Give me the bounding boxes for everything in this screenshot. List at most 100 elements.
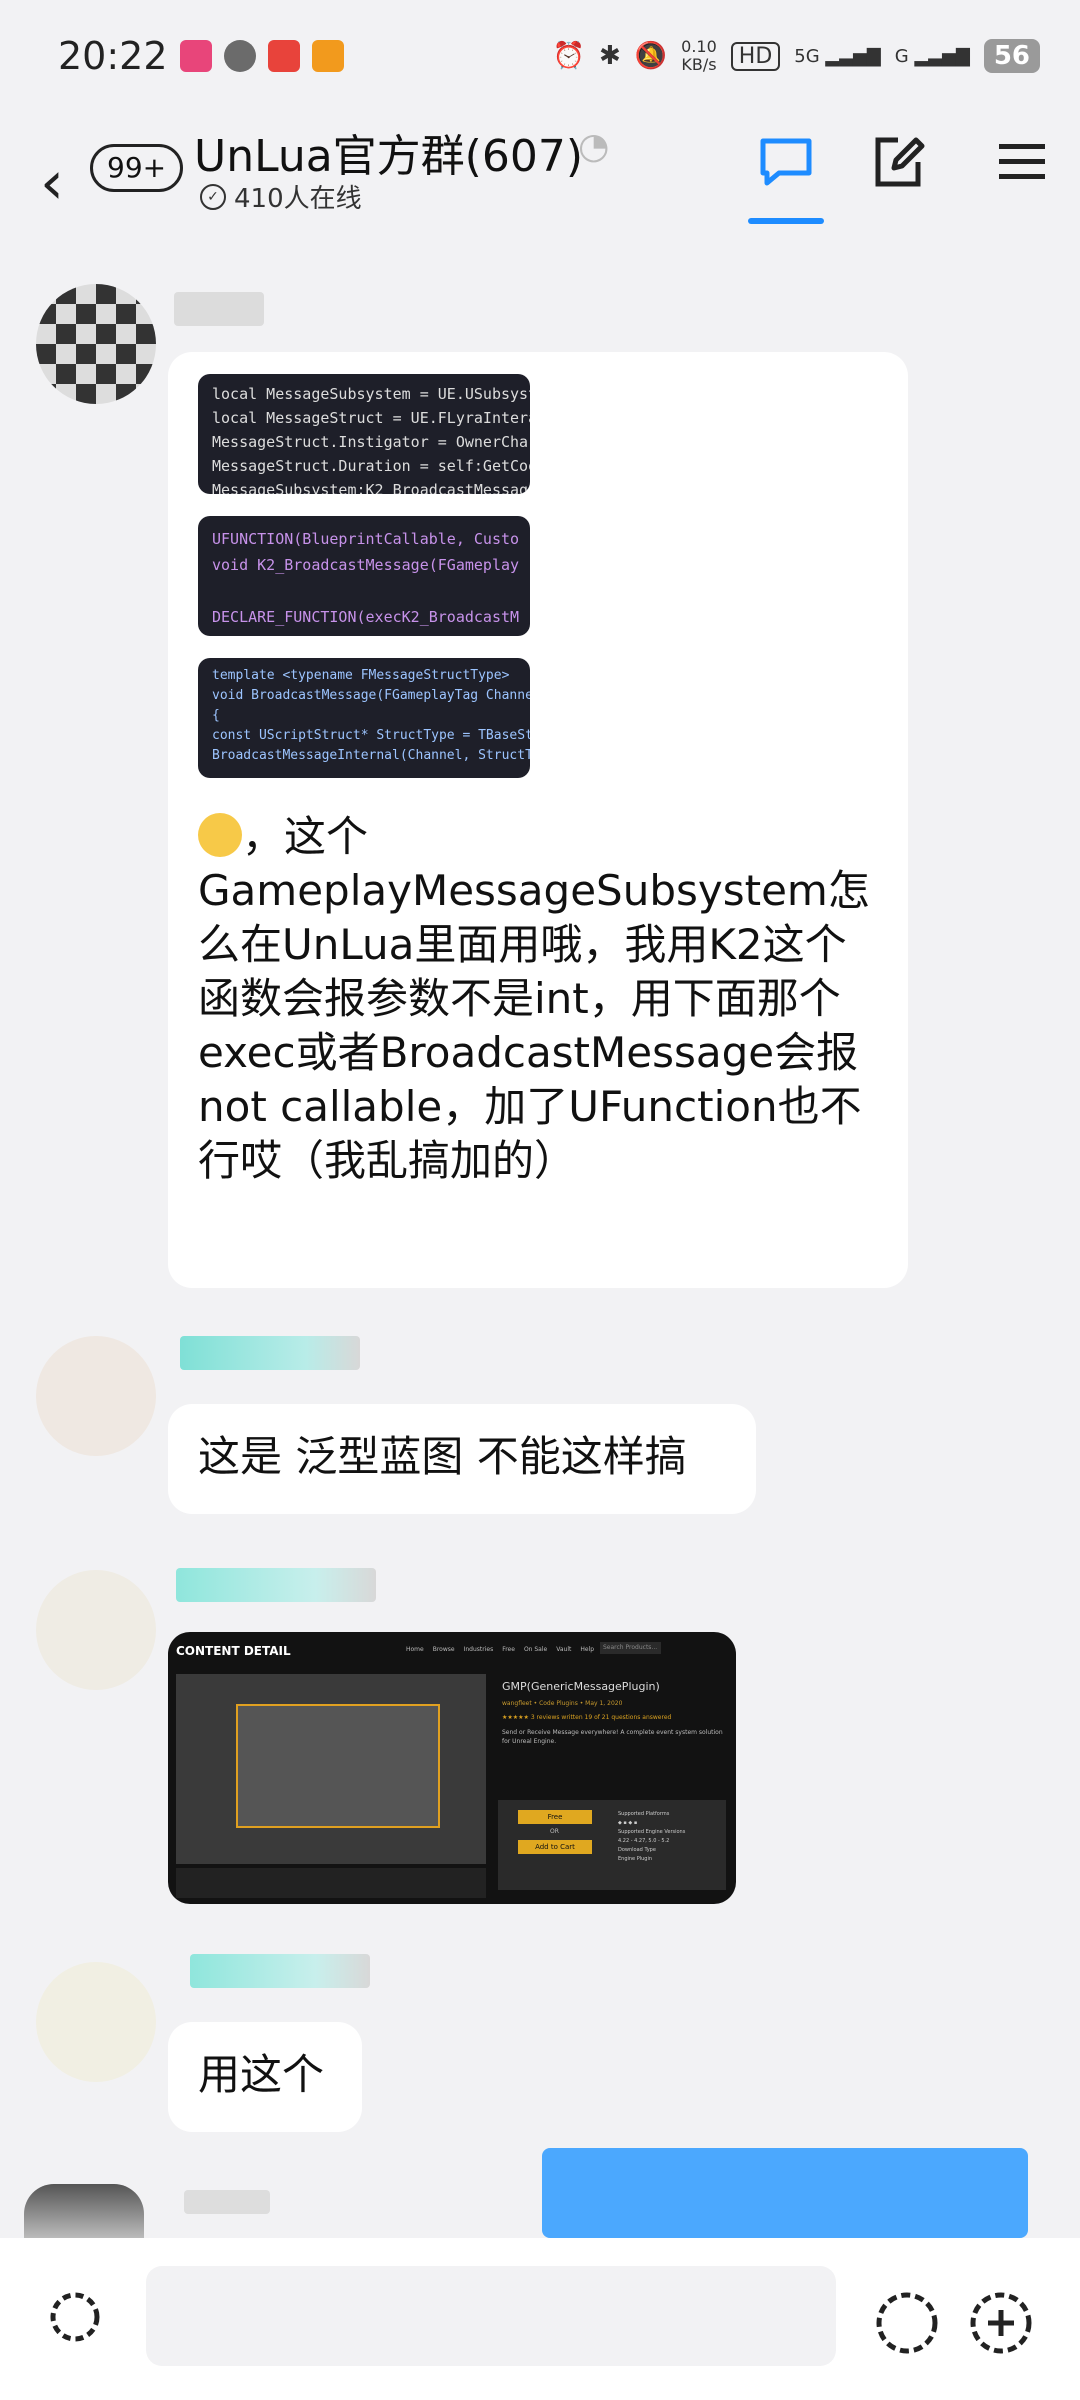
avatar[interactable] — [36, 1336, 156, 1456]
nav-link: Help — [580, 1646, 595, 1653]
message-bubble[interactable]: 用这个 — [168, 2022, 362, 2132]
status-time: 20:22 — [58, 34, 168, 78]
sender-name-blurred — [174, 292, 264, 326]
voice-button[interactable] — [46, 2288, 104, 2346]
product-rating: ★★★★★ 3 reviews written 19 of 21 questio… — [502, 1714, 671, 1721]
nav-link: Home — [406, 1646, 424, 1653]
net-speed: 0.10 KB/s — [681, 38, 717, 74]
nav-link: On Sale — [523, 1646, 548, 1653]
chat-header: ‹ 99+ UnLua官方群(607) ◔ ✓ 410人在线 — [0, 120, 1080, 240]
avatar[interactable] — [24, 2184, 144, 2238]
code-line: local MessageStruct = UE.FLyraIntera — [212, 409, 530, 427]
avatar[interactable] — [36, 1570, 156, 1690]
content-detail-header: CONTENT DETAIL — [176, 1644, 291, 1658]
code-screenshot-image[interactable]: local MessageSubsystem = UE.USubsyst loc… — [198, 374, 530, 494]
sim1-label: 5G — [794, 45, 820, 67]
emoji-button[interactable] — [872, 2288, 942, 2358]
blueprint-graph — [236, 1704, 440, 1828]
code-line: MessageStruct.Instigator = OwnerChar — [212, 433, 530, 451]
menu-button[interactable] — [990, 130, 1054, 194]
rating-stars-icon: ★★★★★ — [502, 1714, 531, 1721]
code-line: const UScriptStruct* StructType = TBaseS… — [212, 728, 530, 743]
mute-icon: 🔕 — [634, 41, 668, 71]
thumbnail-strip — [176, 1868, 486, 1898]
code-line: DECLARE_FUNCTION(execK2_BroadcastM — [212, 608, 520, 626]
code-line: MessageStruct.Duration = self:GetCoo — [212, 457, 530, 475]
sim2-label: G — [894, 45, 909, 67]
code-line: void K2_BroadcastMessage(FGameplay — [212, 556, 520, 574]
check-circle-icon: ✓ — [200, 183, 226, 210]
active-tab-indicator — [748, 218, 824, 224]
message-bubble[interactable]: local MessageSubsystem = UE.USubsyst loc… — [168, 352, 908, 1288]
message-input[interactable] — [146, 2266, 836, 2366]
code-line: { — [212, 708, 220, 723]
chat-bubble-icon — [760, 138, 812, 186]
net-speed-value: 0.10 — [681, 37, 717, 56]
avatar[interactable] — [36, 1962, 156, 2082]
code-screenshot-image[interactable]: UFUNCTION(BlueprintCallable, Custo void … — [198, 516, 530, 636]
message-text: 这是 泛型蓝图 不能这样搞 — [198, 1432, 687, 1481]
alarm-icon: ⏰ — [552, 41, 585, 71]
nav-link: Browse — [432, 1646, 455, 1653]
message-text: ，这个GameplayMessageSubsystem怎么在UnLua里面用哦，… — [198, 810, 880, 1188]
sender-name-blurred — [190, 1954, 370, 1988]
emoji-icon — [876, 2292, 938, 2354]
signal-2-icon: G ▂▃▅▇ — [894, 45, 970, 67]
product-description: Send or Receive Message everywhere! A co… — [502, 1729, 723, 1745]
product-screenshot-image[interactable]: CONTENT DETAIL Home Browse Industries Fr… — [168, 1632, 736, 1904]
unread-badge[interactable]: 99+ — [90, 144, 184, 192]
voice-icon — [50, 2292, 100, 2342]
code-line: MessageSubsystem:K2_BroadcastMessage — [212, 481, 530, 494]
online-count[interactable]: ✓ 410人在线 — [200, 178, 362, 215]
engine-label: Supported Engine Versions — [618, 1829, 686, 1835]
price-button: Free — [518, 1810, 592, 1824]
message-text-content: ，这个GameplayMessageSubsystem怎么在UnLua里面用哦，… — [198, 812, 870, 1185]
new-message-banner[interactable] — [542, 2148, 1028, 2238]
group-title[interactable]: UnLua官方群(607) — [194, 120, 583, 184]
taobao-app-icon — [312, 40, 344, 72]
nav-link: Free — [502, 1646, 515, 1653]
hd-icon: HD — [730, 41, 781, 71]
or-label: OR — [550, 1828, 559, 1835]
edit-icon — [875, 137, 925, 187]
add-to-cart-button: Add to Cart — [518, 1840, 592, 1854]
back-button[interactable]: ‹ — [40, 148, 64, 218]
product-specs: Supported Platforms ◆ ▪ ◆ ▪ Supported En… — [618, 1810, 722, 1864]
rating-text: 3 reviews written 19 of 21 questions ans… — [530, 1714, 672, 1721]
lofter-app-icon — [180, 40, 212, 72]
toutiao-app-icon — [268, 40, 300, 72]
editor-screenshot — [176, 1674, 486, 1864]
code-screenshot-image[interactable]: template <typename FMessageStructType> v… — [198, 658, 530, 778]
download-type: Engine Plugin — [618, 1856, 653, 1862]
product-title: GMP(GenericMessagePlugin) — [502, 1680, 660, 1693]
input-bar — [0, 2238, 1080, 2400]
plus-circle-icon — [970, 2292, 1032, 2354]
nav-link: Industries — [463, 1646, 494, 1653]
nav-link: Vault — [556, 1646, 572, 1653]
signal-1-icon: 5G ▂▃▅▇ — [794, 45, 881, 67]
message-bubble[interactable]: 这是 泛型蓝图 不能这样搞 — [168, 1404, 756, 1514]
wechat-app-icon — [224, 40, 256, 72]
online-count-label: 410人在线 — [234, 184, 362, 214]
platform-icons: ◆ ▪ ◆ ▪ — [618, 1820, 638, 1826]
purchase-panel: Free OR Add to Cart Supported Platforms … — [498, 1800, 726, 1890]
code-line: UFUNCTION(BlueprintCallable, Custo — [212, 530, 520, 548]
chat-tab-button[interactable] — [754, 130, 818, 194]
download-type-label: Download Type — [618, 1847, 656, 1853]
sender-name-blurred — [176, 1568, 376, 1602]
status-bar: 20:22 ⏰ ✱ 🔕 0.10 KB/s HD 5G ▂▃▅▇ G ▂▃▅▇ … — [0, 0, 1080, 120]
bluetooth-icon: ✱ — [598, 41, 621, 71]
net-speed-unit: KB/s — [681, 55, 717, 74]
store-nav: Home Browse Industries Free On Sale Vaul… — [406, 1646, 594, 1653]
avatar[interactable] — [36, 284, 156, 404]
notes-button[interactable] — [866, 130, 930, 194]
code-line: local MessageSubsystem = UE.USubsyst — [212, 385, 530, 403]
code-line: void BroadcastMessage(FGameplayTag Chann… — [212, 688, 530, 703]
ear-mode-icon: ◔ — [578, 126, 610, 167]
more-button[interactable] — [966, 2288, 1036, 2358]
code-line: BroadcastMessageInternal(Channel, Struct… — [212, 748, 530, 763]
message-text: 用这个 — [198, 2050, 325, 2099]
engine-versions: 4.22 - 4.27, 5.0 - 5.2 — [618, 1838, 670, 1844]
code-line: template <typename FMessageStructType> — [212, 668, 510, 683]
